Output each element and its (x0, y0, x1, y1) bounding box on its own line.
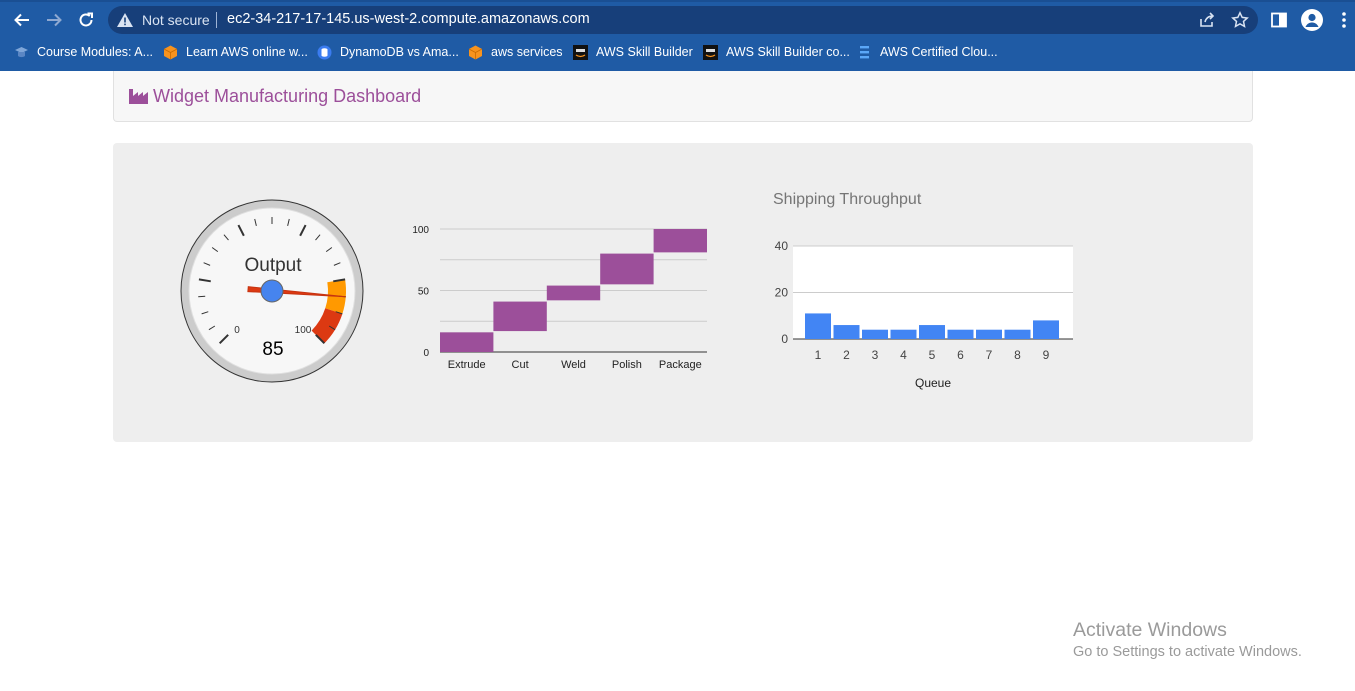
y-tick-label: 50 (418, 287, 430, 298)
bookmark-label: aws services (491, 45, 563, 59)
warning-icon[interactable] (116, 12, 134, 28)
x-axis-label: Queue (915, 376, 951, 390)
bookmark-item[interactable]: Learn AWS online w... (163, 43, 308, 61)
x-tick-label: 9 (1043, 348, 1050, 362)
bar (919, 325, 945, 339)
kebab-menu-icon (1342, 12, 1346, 28)
activate-windows-watermark: Activate Windows Go to Settings to activ… (1073, 619, 1302, 660)
bar (976, 329, 1002, 339)
side-panel-button[interactable] (1267, 8, 1291, 32)
x-tick-label: Extrude (448, 359, 486, 371)
bar (1033, 320, 1059, 339)
x-tick-label: 5 (929, 348, 936, 362)
side-panel-icon (1271, 12, 1287, 28)
waterfall-bar (546, 285, 601, 301)
forward-button[interactable] (41, 7, 67, 33)
y-tick-label: 0 (423, 348, 429, 359)
browser-menu-button[interactable] (1332, 8, 1355, 32)
x-tick-label: 7 (986, 348, 993, 362)
waterfall-bar (440, 332, 494, 352)
bookmark-item[interactable]: aws services (468, 43, 563, 61)
database-icon (317, 45, 332, 59)
security-status[interactable]: Not secure (142, 12, 210, 28)
waterfall-bar (653, 229, 707, 253)
x-tick-label: 2 (843, 348, 850, 362)
y-tick-label: 100 (412, 225, 429, 236)
x-tick-label: Cut (512, 359, 529, 371)
bookmark-item[interactable]: AWS Skill Builder co... (703, 43, 850, 61)
reload-icon (79, 12, 93, 27)
bar (805, 313, 831, 339)
bookmark-item[interactable]: AWS Skill Builder (573, 43, 693, 61)
bookmark-label: AWS Certified Clou... (880, 45, 998, 59)
bookmark-label: AWS Skill Builder (596, 45, 693, 59)
share-icon[interactable] (1198, 11, 1216, 29)
aws-cube-icon (468, 45, 483, 59)
aws-logo-icon (703, 44, 718, 60)
back-button[interactable] (9, 7, 35, 33)
bookmark-item[interactable]: Course Modules: A... (14, 43, 153, 61)
gauge-tick (198, 295, 206, 298)
chart-title: Shipping Throughput (773, 191, 922, 208)
url-text[interactable]: ec2-34-217-17-145.us-west-2.compute.amaz… (227, 11, 590, 27)
output-gauge: Output 0 100 85 (180, 199, 364, 383)
x-tick-label: 8 (1014, 348, 1021, 362)
bar (833, 325, 860, 339)
waterfall-bar (493, 301, 547, 332)
x-tick-label: 3 (872, 348, 879, 362)
page-title: Widget Manufacturing Dashboard (153, 86, 422, 106)
aws-cube-icon (163, 45, 178, 59)
dashboard-header: Widget Manufacturing Dashboard (113, 71, 1253, 122)
bar (890, 329, 917, 339)
document-icon (860, 45, 869, 58)
shipping-throughput-chart: 0 20 40 1 2 3 4 5 6 7 8 9 Queue (775, 239, 1073, 390)
gauge-label: Output (244, 255, 302, 276)
avatar-icon (1301, 9, 1323, 31)
tab-strip-edge (0, 0, 1355, 2)
waterfall-bar (600, 253, 654, 285)
gauge-hub (260, 279, 284, 303)
x-tick-label: 1 (815, 348, 822, 362)
bookmark-item[interactable]: DynamoDB vs Ama... (317, 43, 459, 61)
address-divider (216, 12, 217, 28)
y-tick-label: 0 (781, 332, 788, 346)
y-tick-label: 20 (775, 286, 789, 300)
process-waterfall-chart: 0 50 100 Extrude Cut Weld Polish Package (412, 225, 707, 371)
arrow-left-icon (14, 13, 29, 27)
factory-icon (129, 89, 148, 104)
bookmark-label: Course Modules: A... (37, 45, 154, 59)
x-tick-label: 6 (957, 348, 964, 362)
bookmark-label: DynamoDB vs Ama... (340, 45, 459, 59)
bookmarks-bar: Course Modules: A... Learn AWS online w.… (0, 39, 1355, 65)
x-tick-label: Polish (612, 359, 642, 371)
bar (862, 329, 888, 339)
watermark-subtitle: Go to Settings to activate Windows. (1073, 644, 1302, 660)
bar (947, 329, 974, 339)
arrow-right-icon (47, 13, 62, 27)
browser-chrome: Not secure ec2-34-217-17-145.us-west-2.c… (0, 0, 1355, 71)
address-bar[interactable]: Not secure ec2-34-217-17-145.us-west-2.c… (108, 6, 1258, 34)
x-tick-label: 4 (900, 348, 907, 362)
bookmark-label: Learn AWS online w... (186, 45, 308, 59)
profile-button[interactable] (1300, 8, 1324, 32)
aws-logo-icon (573, 44, 588, 60)
bookmark-label: AWS Skill Builder co... (726, 45, 850, 59)
y-tick-label: 40 (775, 239, 789, 253)
browser-toolbar: Not secure ec2-34-217-17-145.us-west-2.c… (0, 3, 1355, 37)
bookmark-star-icon[interactable] (1231, 11, 1249, 29)
x-tick-label: Weld (561, 359, 586, 371)
x-tick-label: Package (659, 359, 702, 371)
gauge-value: 85 (262, 339, 283, 360)
reload-button[interactable] (73, 7, 99, 33)
gauge-max-label: 100 (295, 325, 312, 336)
gauge-min-label: 0 (234, 325, 240, 336)
bar (1004, 329, 1031, 339)
watermark-title: Activate Windows (1073, 619, 1227, 641)
bookmark-item[interactable]: AWS Certified Clou... (857, 43, 998, 61)
graduation-icon (15, 46, 28, 57)
